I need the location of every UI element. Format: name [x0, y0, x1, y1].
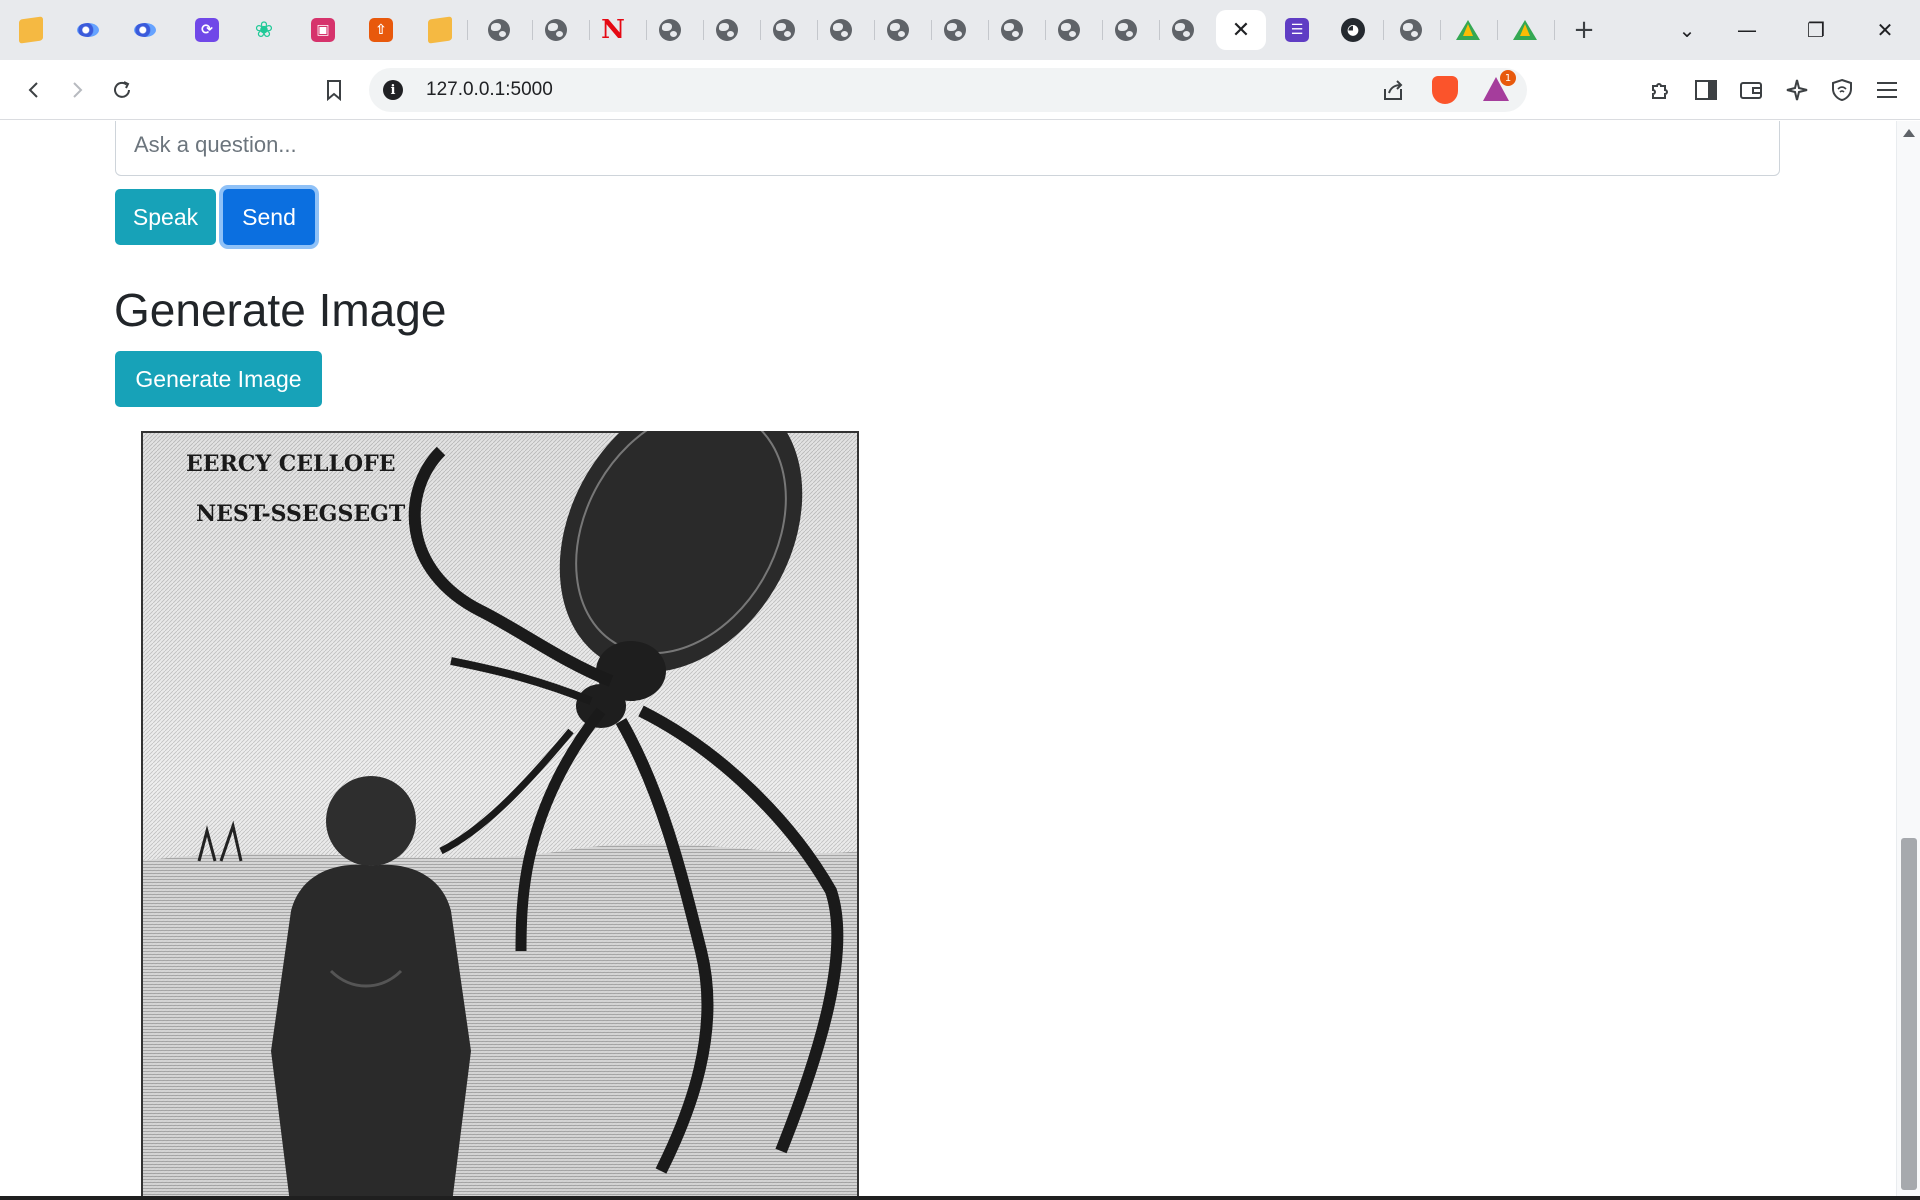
tab-brain-app[interactable]: ❀ — [240, 10, 288, 50]
menu-hamburger-icon[interactable] — [1870, 73, 1904, 107]
generated-image: EERCY CELLOFE NEST-SSEGSEGT — [141, 431, 859, 1200]
orange-upload-icon: ⇧ — [369, 18, 393, 42]
extensions-puzzle-icon[interactable] — [1643, 73, 1677, 107]
google-drive-icon — [1456, 18, 1480, 42]
globe-icon — [944, 19, 966, 41]
tab-globe[interactable] — [988, 10, 1036, 50]
tab-separator — [1554, 20, 1555, 40]
forward-button[interactable] — [59, 72, 95, 108]
tab-eye-app[interactable] — [64, 10, 112, 50]
brain-icon: ❀ — [254, 17, 274, 43]
tab-package[interactable] — [7, 10, 55, 50]
tab-globe[interactable] — [1387, 10, 1435, 50]
globe-icon — [773, 19, 795, 41]
vertical-scrollbar[interactable] — [1896, 121, 1920, 1200]
close-icon[interactable]: ✕ — [1232, 18, 1250, 43]
tab-globe[interactable] — [1045, 10, 1093, 50]
package-icon — [19, 16, 43, 44]
tab-eye-app-2[interactable] — [121, 10, 169, 50]
site-info-icon[interactable]: i — [383, 80, 403, 100]
tab-separator — [1497, 20, 1498, 40]
tab-sheet-app[interactable]: ☰ — [1273, 10, 1321, 50]
vpn-shield-icon[interactable] — [1825, 73, 1859, 107]
tab-github[interactable]: ◕ — [1329, 10, 1377, 50]
restore-button[interactable]: ❐ — [1796, 14, 1836, 46]
tab-orange-app[interactable]: ⇧ — [357, 10, 405, 50]
tab-globe[interactable] — [646, 10, 694, 50]
forward-arrow-icon — [73, 82, 83, 98]
address-bar[interactable]: i 127.0.0.1:5000 1 — [369, 68, 1527, 112]
generate-image-button[interactable]: Generate Image — [115, 351, 322, 407]
scroll-up-arrow-icon[interactable] — [1903, 129, 1915, 137]
browser-toolbar: i 127.0.0.1:5000 1 — [0, 60, 1920, 120]
leo-ai-icon[interactable] — [1780, 73, 1814, 107]
back-arrow-icon — [28, 82, 38, 98]
globe-icon — [1001, 19, 1023, 41]
tab-netflix[interactable]: N — [589, 10, 637, 50]
package-icon — [428, 16, 452, 44]
eye-logo-icon — [133, 18, 157, 42]
globe-icon — [1115, 19, 1137, 41]
tab-globe[interactable] — [817, 10, 865, 50]
tab-strip: ⟳ ❀ ▣ ⇧ N ✕ ☰ ◕ + ⌄ — ❐ ✕ — [0, 0, 1920, 60]
window-close-button[interactable]: ✕ — [1865, 14, 1905, 46]
tab-purple-app[interactable]: ⟳ — [183, 10, 231, 50]
tab-pink-app[interactable]: ▣ — [299, 10, 347, 50]
url-text[interactable]: 127.0.0.1:5000 — [426, 79, 553, 101]
globe-icon — [545, 19, 567, 41]
brave-shields-icon[interactable] — [1432, 76, 1458, 104]
tab-search-button[interactable]: ⌄ — [1667, 14, 1707, 46]
netflix-icon: N — [601, 15, 625, 45]
tab-google-drive[interactable] — [1501, 10, 1549, 50]
globe-icon — [1058, 19, 1080, 41]
window-bottom-edge — [0, 1196, 1920, 1200]
tab-separator — [1440, 20, 1441, 40]
tab-separator — [1383, 20, 1384, 40]
speak-button[interactable]: Speak — [115, 189, 216, 245]
globe-icon — [1400, 19, 1422, 41]
tab-globe[interactable] — [760, 10, 808, 50]
tab-globe[interactable] — [931, 10, 979, 50]
globe-icon — [887, 19, 909, 41]
bookmark-icon — [327, 80, 341, 101]
rewards-badge: 1 — [1500, 70, 1516, 86]
globe-icon — [659, 19, 681, 41]
question-input[interactable] — [115, 121, 1780, 176]
tab-globe[interactable] — [874, 10, 922, 50]
tab-globe[interactable] — [532, 10, 580, 50]
generate-image-heading: Generate Image — [114, 284, 447, 336]
tab-google-drive[interactable] — [1444, 10, 1492, 50]
globe-icon — [830, 19, 852, 41]
tab-globe[interactable] — [1159, 10, 1207, 50]
image-caption-line-1: EERCY CELLOFE — [186, 451, 395, 477]
new-tab-button[interactable]: + — [1568, 14, 1600, 46]
google-drive-icon — [1513, 18, 1537, 42]
wallet-icon[interactable] — [1734, 73, 1768, 107]
reload-button[interactable] — [104, 72, 140, 108]
tab-package-2[interactable] — [416, 10, 464, 50]
page-content: Speak Send Generate Image Generate Image — [0, 121, 1896, 1200]
tab-active[interactable]: ✕ — [1216, 10, 1266, 50]
sidebar-icon[interactable] — [1689, 73, 1723, 107]
image-caption-line-2: NEST-SSEGSEGT — [196, 501, 406, 527]
back-button[interactable] — [16, 72, 52, 108]
tab-globe[interactable] — [703, 10, 751, 50]
github-icon: ◕ — [1341, 18, 1365, 42]
tab-globe[interactable] — [475, 10, 523, 50]
tab-separator — [467, 20, 468, 40]
sheet-list-icon: ☰ — [1285, 18, 1309, 42]
reload-icon — [114, 81, 130, 98]
eye-logo-icon — [76, 18, 100, 42]
globe-icon — [716, 19, 738, 41]
send-button[interactable]: Send — [223, 189, 315, 245]
globe-icon — [488, 19, 510, 41]
purple-app-icon: ⟳ — [195, 18, 219, 42]
scroll-thumb[interactable] — [1901, 838, 1917, 1190]
tab-globe[interactable] — [1102, 10, 1150, 50]
bookmark-button[interactable] — [316, 72, 352, 108]
share-icon[interactable] — [1379, 76, 1407, 104]
globe-icon — [1172, 19, 1194, 41]
pink-app-icon: ▣ — [311, 18, 335, 42]
minimize-button[interactable]: — — [1727, 14, 1767, 46]
